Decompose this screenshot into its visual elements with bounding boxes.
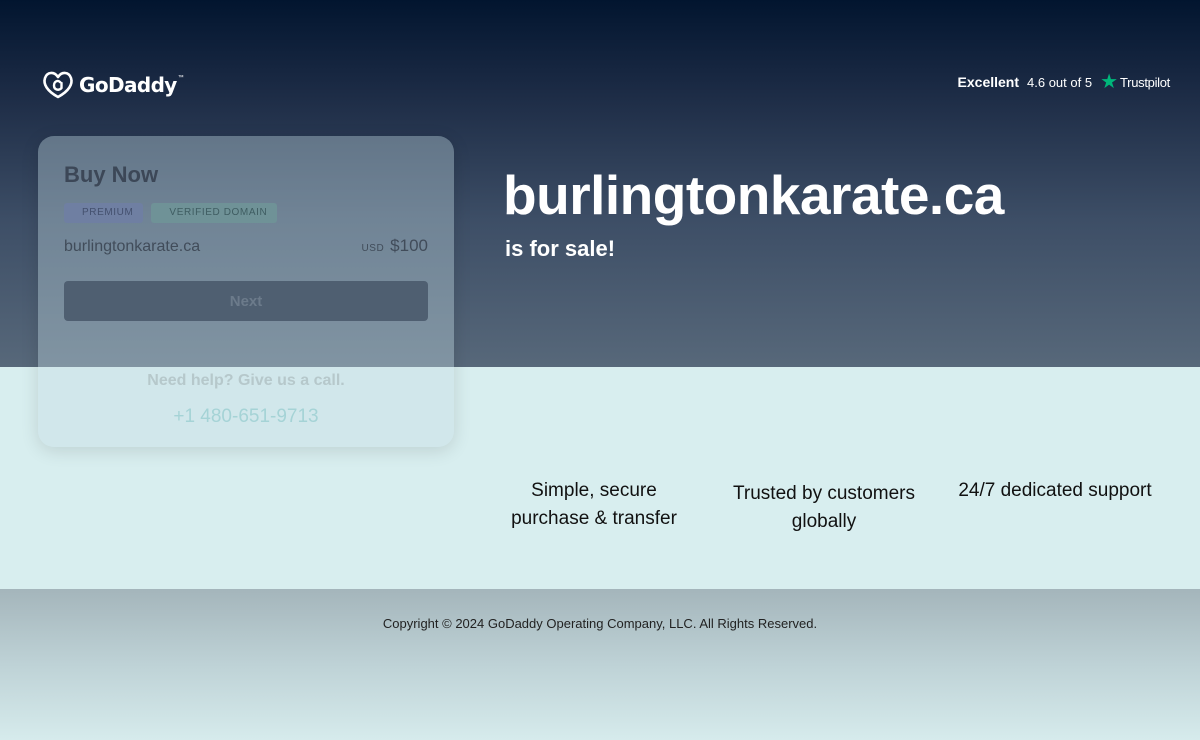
trustpilot-star-icon: ★ <box>1100 71 1119 93</box>
price-currency: USD <box>361 243 385 254</box>
next-button[interactable]: Next <box>64 281 428 321</box>
card-domain-name: burlingtonkarate.ca <box>64 238 201 255</box>
verified-domain-badge: VERIFIED DOMAIN <box>151 203 278 223</box>
for-sale-subtitle: is for sale! <box>505 236 616 261</box>
domain-heading: burlingtonkarate.ca <box>503 164 1004 226</box>
feature-line: 24/7 dedicated support <box>958 480 1152 501</box>
price-amount: $100 <box>390 236 428 255</box>
buy-now-card: Buy Now PREMIUM VERIFIED DOMAIN burlingt… <box>38 136 454 447</box>
trustpilot-rating[interactable]: Excellent 4.6 out of 5 ★ Trustpilot <box>957 71 1171 93</box>
premium-badge: PREMIUM <box>64 203 144 223</box>
feature-support: 24/7 dedicated support <box>945 477 1165 505</box>
feature-trusted: Trusted by customers globally <box>719 480 929 536</box>
logo-trademark: ™ <box>177 75 184 81</box>
trustpilot-brand: Trustpilot <box>1120 74 1170 90</box>
feature-line: Trusted by customers <box>733 483 915 504</box>
copyright-text: Copyright © 2024 GoDaddy Operating Compa… <box>382 616 818 631</box>
help-text: Need help? Give us a call. <box>147 372 345 389</box>
godaddy-logo[interactable]: GoDaddy ™ <box>42 69 184 101</box>
support-phone-link[interactable]: +1 480-651-9713 <box>38 406 454 428</box>
feature-line: Simple, secure <box>531 480 657 501</box>
domain-price: USD $100 <box>362 236 428 256</box>
rating-score: 4.6 out of 5 <box>1027 74 1093 90</box>
feature-line: purchase & transfer <box>511 508 677 529</box>
logo-wordmark: GoDaddy <box>79 73 177 97</box>
rating-word: Excellent <box>957 74 1020 90</box>
feature-line: globally <box>791 511 857 532</box>
footer <box>0 589 1200 740</box>
feature-secure-purchase: Simple, secure purchase & transfer <box>499 477 689 533</box>
domain-badges: PREMIUM VERIFIED DOMAIN <box>64 203 278 223</box>
card-title: Buy Now <box>64 162 159 187</box>
godaddy-logo-icon <box>43 71 73 99</box>
